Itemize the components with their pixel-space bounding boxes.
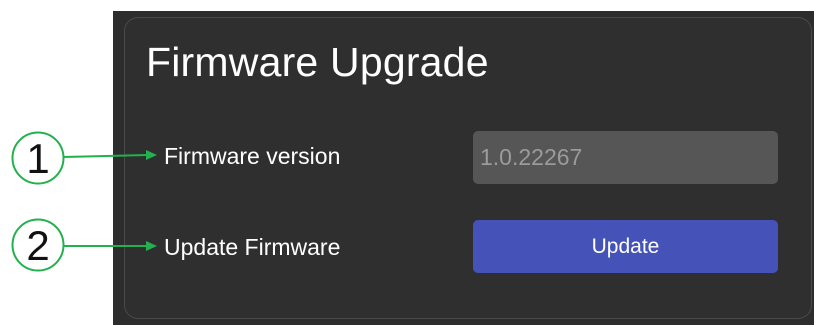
callout-1-circle xyxy=(11,131,65,185)
firmware-upgrade-screen: Firmware Upgrade Firmware version 1.0.22… xyxy=(0,0,814,325)
callout-2-circle xyxy=(11,218,65,272)
update-button[interactable]: Update xyxy=(473,220,778,273)
firmware-version-label: Firmware version xyxy=(164,143,341,169)
update-firmware-label: Update Firmware xyxy=(164,234,341,260)
callout-2-number: 2 xyxy=(26,222,49,269)
page-title: Firmware Upgrade xyxy=(146,39,489,85)
firmware-version-field: 1.0.22267 xyxy=(473,131,778,184)
callout-1-number: 1 xyxy=(26,135,49,182)
